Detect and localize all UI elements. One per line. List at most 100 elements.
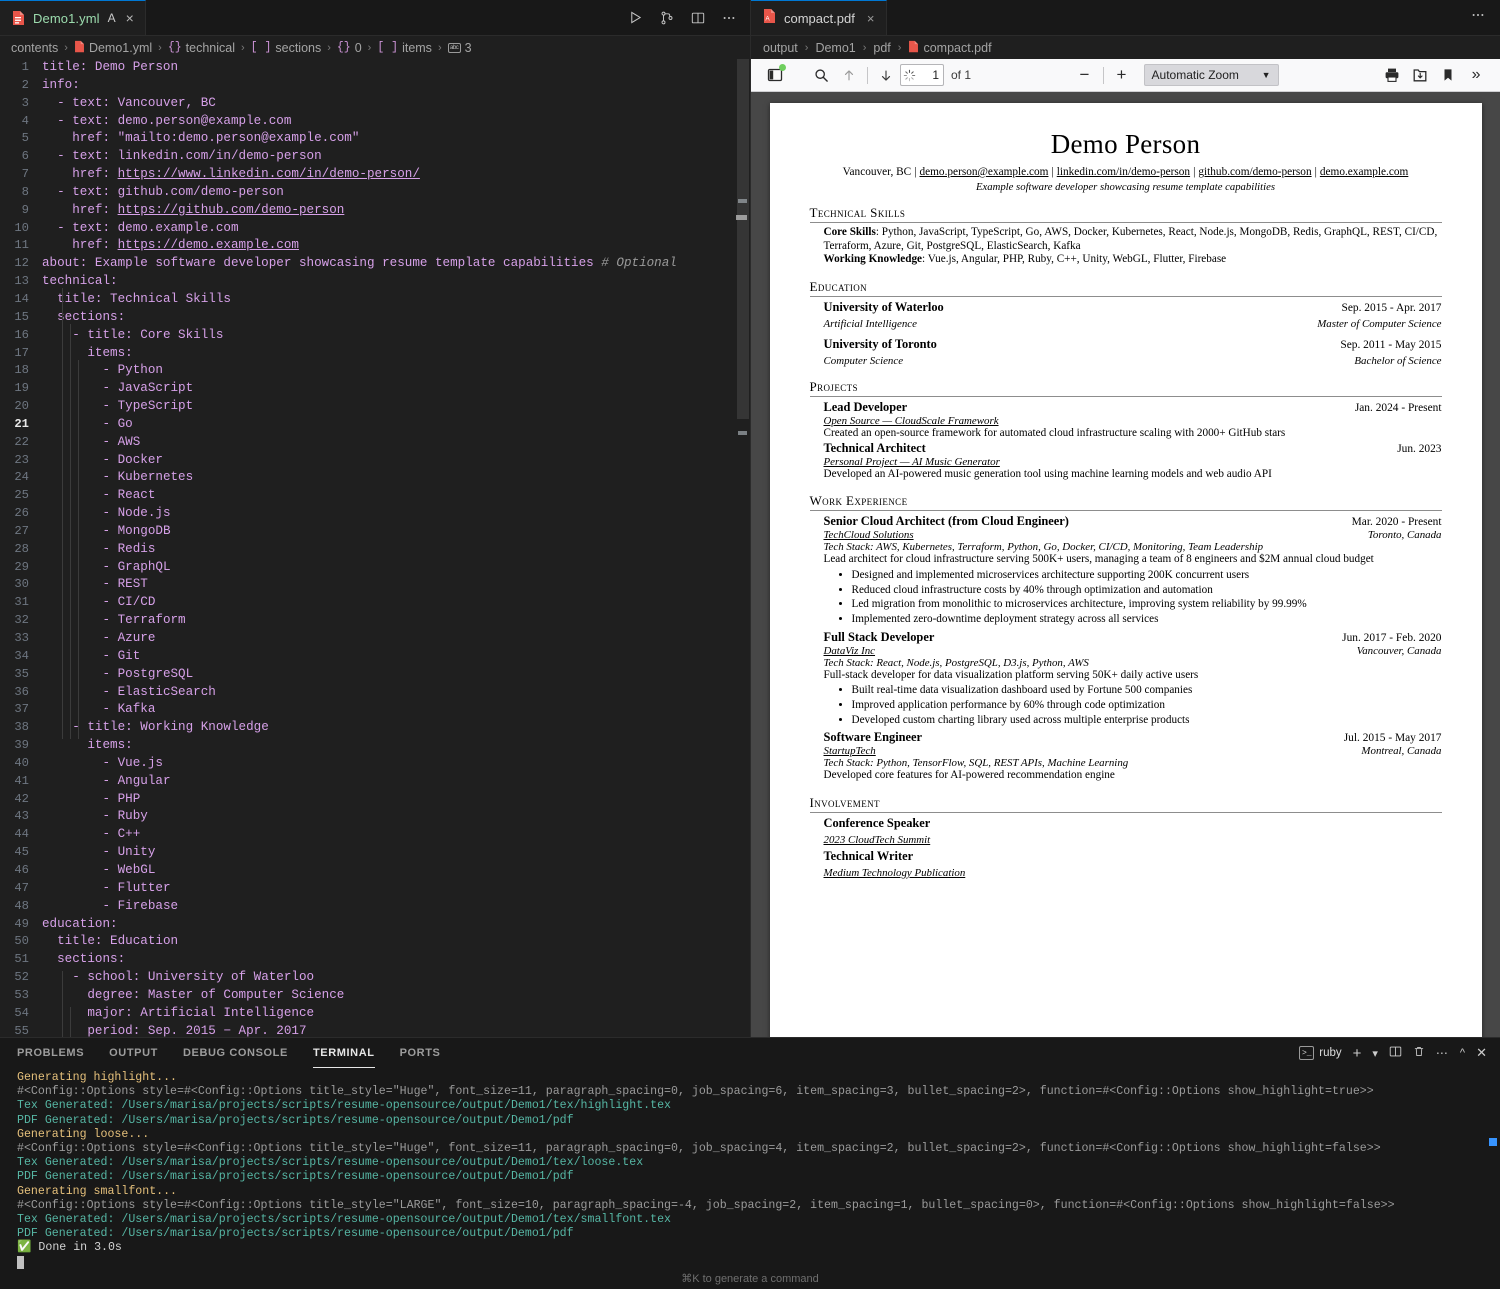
- code-line[interactable]: 5 href: "mailto:demo.person@example.com": [0, 130, 750, 148]
- more-tools-icon[interactable]: »: [1462, 63, 1490, 88]
- code-line[interactable]: 40 - Vue.js: [0, 755, 750, 773]
- line-content[interactable]: - GraphQL: [42, 559, 750, 577]
- breadcrumb-item-3[interactable]: abc 3: [447, 41, 472, 55]
- line-content[interactable]: - MongoDB: [42, 523, 750, 541]
- page-number-input[interactable]: 1: [900, 64, 944, 86]
- line-content[interactable]: - ElasticSearch: [42, 684, 750, 702]
- source-control-icon[interactable]: [658, 9, 675, 26]
- run-icon[interactable]: [627, 9, 644, 26]
- line-content[interactable]: - text: linkedin.com/in/demo-person: [42, 148, 750, 166]
- line-content[interactable]: major: Artificial Intelligence: [42, 1005, 750, 1023]
- line-content[interactable]: - Redis: [42, 541, 750, 559]
- code-line[interactable]: 18 - Python: [0, 362, 750, 380]
- save-icon[interactable]: [1406, 63, 1434, 88]
- code-line[interactable]: 54 major: Artificial Intelligence: [0, 1005, 750, 1023]
- zoom-out-button[interactable]: −: [1071, 63, 1099, 88]
- panel-tab-debug-console[interactable]: DEBUG CONSOLE: [183, 1038, 288, 1068]
- code-line[interactable]: 41 - Angular: [0, 773, 750, 791]
- line-content[interactable]: - Ruby: [42, 808, 750, 826]
- line-content[interactable]: sections:: [42, 309, 750, 327]
- breadcrumb-item-technical[interactable]: {} technical: [168, 41, 235, 55]
- breadcrumb-item-compact-pdf[interactable]: compact.pdf: [908, 40, 992, 56]
- line-content[interactable]: - Azure: [42, 630, 750, 648]
- code-line[interactable]: 16 - title: Core Skills: [0, 327, 750, 345]
- line-content[interactable]: - Angular: [42, 773, 750, 791]
- zoom-select[interactable]: Automatic Zoom ▼: [1143, 64, 1279, 86]
- breadcrumb-item-pdf[interactable]: pdf: [873, 41, 890, 55]
- code-line[interactable]: 4 - text: demo.person@example.com: [0, 113, 750, 131]
- code-line[interactable]: 14 title: Technical Skills: [0, 291, 750, 309]
- line-content[interactable]: - title: Working Knowledge: [42, 719, 750, 737]
- search-icon[interactable]: [807, 63, 835, 88]
- code-line[interactable]: 24 - Kubernetes: [0, 469, 750, 487]
- line-content[interactable]: items:: [42, 737, 750, 755]
- pdf-viewport[interactable]: Demo Person Vancouver, BC | demo.person@ex…: [751, 92, 1500, 1037]
- code-line[interactable]: 34 - Git: [0, 648, 750, 666]
- line-content[interactable]: href: https://github.com/demo-person: [42, 202, 750, 220]
- code-line[interactable]: 17 items:: [0, 345, 750, 363]
- line-content[interactable]: - CI/CD: [42, 594, 750, 612]
- line-content[interactable]: - school: University of Waterloo: [42, 969, 750, 987]
- close-icon[interactable]: ×: [867, 11, 875, 26]
- split-terminal-icon[interactable]: [1389, 1045, 1402, 1061]
- tab-demo1-yml[interactable]: Demo1.yml A ×: [0, 0, 146, 35]
- line-content[interactable]: - Kafka: [42, 701, 750, 719]
- code-line[interactable]: 2 info:: [0, 77, 750, 95]
- editor-vertical-scrollbar[interactable]: [736, 59, 750, 1037]
- code-line[interactable]: 29 - GraphQL: [0, 559, 750, 577]
- code-line[interactable]: 45 - Unity: [0, 844, 750, 862]
- line-content[interactable]: - Node.js: [42, 505, 750, 523]
- close-icon[interactable]: ×: [126, 11, 134, 25]
- bookmark-icon[interactable]: [1434, 63, 1462, 88]
- line-content[interactable]: - React: [42, 487, 750, 505]
- breadcrumb-item-file[interactable]: Demo1.yml: [74, 40, 152, 56]
- code-line[interactable]: 37 - Kafka: [0, 701, 750, 719]
- code-line[interactable]: 12 about: Example software developer show…: [0, 255, 750, 273]
- line-content[interactable]: href: https://www.linkedin.com/in/demo-p…: [42, 166, 750, 184]
- line-content[interactable]: - text: github.com/demo-person: [42, 184, 750, 202]
- line-content[interactable]: - text: demo.person@example.com: [42, 113, 750, 131]
- contact-link[interactable]: demo.person@example.com: [919, 166, 1048, 178]
- code-line[interactable]: 46 - WebGL: [0, 862, 750, 880]
- previous-page-icon[interactable]: [835, 63, 863, 88]
- kill-terminal-icon[interactable]: [1413, 1045, 1425, 1061]
- close-panel-icon[interactable]: ✕: [1476, 1045, 1487, 1061]
- zoom-in-button[interactable]: +: [1108, 63, 1136, 88]
- line-content[interactable]: - C++: [42, 826, 750, 844]
- line-content[interactable]: - Kubernetes: [42, 469, 750, 487]
- code-line[interactable]: 44 - C++: [0, 826, 750, 844]
- line-content[interactable]: period: Sep. 2015 − Apr. 2017: [42, 1023, 750, 1037]
- scrollbar-thumb[interactable]: [737, 59, 749, 419]
- maximize-panel-icon[interactable]: ^: [1460, 1047, 1465, 1059]
- code-line[interactable]: 1 title: Demo Person: [0, 59, 750, 77]
- contact-link[interactable]: demo.example.com: [1320, 166, 1408, 178]
- line-content[interactable]: - WebGL: [42, 862, 750, 880]
- line-content[interactable]: - REST: [42, 576, 750, 594]
- line-content[interactable]: technical:: [42, 273, 750, 291]
- more-actions-icon[interactable]: [1471, 8, 1485, 27]
- line-content[interactable]: title: Education: [42, 933, 750, 951]
- code-line[interactable]: 7 href: https://www.linkedin.com/in/demo…: [0, 166, 750, 184]
- line-content[interactable]: - text: demo.example.com: [42, 220, 750, 238]
- code-line[interactable]: 26 - Node.js: [0, 505, 750, 523]
- line-content[interactable]: - JavaScript: [42, 380, 750, 398]
- line-content[interactable]: - title: Core Skills: [42, 327, 750, 345]
- panel-tab-problems[interactable]: PROBLEMS: [17, 1038, 84, 1068]
- line-content[interactable]: - PHP: [42, 791, 750, 809]
- line-content[interactable]: about: Example software developer showca…: [42, 255, 750, 273]
- code-line[interactable]: 43 - Ruby: [0, 808, 750, 826]
- code-line[interactable]: 21 - Go: [0, 416, 750, 434]
- code-line[interactable]: 35 - PostgreSQL: [0, 666, 750, 684]
- contact-link[interactable]: linkedin.com/in/demo-person: [1057, 166, 1190, 178]
- line-content[interactable]: - Python: [42, 362, 750, 380]
- code-line[interactable]: 30 - REST: [0, 576, 750, 594]
- line-content[interactable]: href: "mailto:demo.person@example.com": [42, 130, 750, 148]
- breadcrumb-item-output[interactable]: output: [763, 41, 798, 55]
- print-icon[interactable]: [1378, 63, 1406, 88]
- line-content[interactable]: - TypeScript: [42, 398, 750, 416]
- terminal-output[interactable]: Generating highlight... #<Config::Options…: [0, 1068, 1500, 1289]
- code-line[interactable]: 38 - title: Working Knowledge: [0, 719, 750, 737]
- code-line[interactable]: 22 - AWS: [0, 434, 750, 452]
- line-content[interactable]: - text: Vancouver, BC: [42, 95, 750, 113]
- code-line[interactable]: 6 - text: linkedin.com/in/demo-person: [0, 148, 750, 166]
